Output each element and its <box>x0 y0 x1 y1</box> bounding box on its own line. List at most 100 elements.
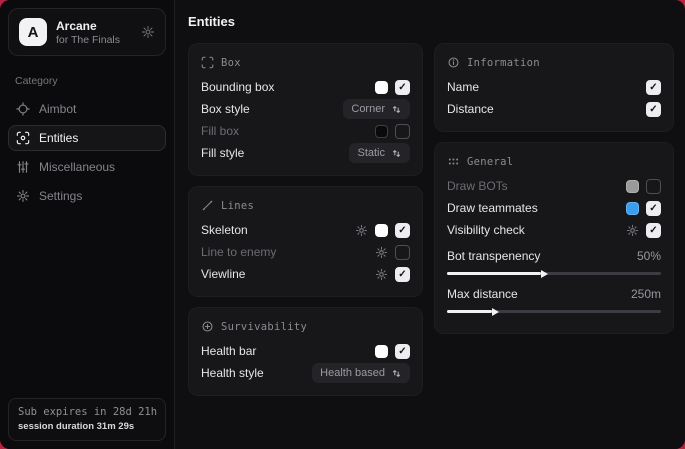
setting-row-draw-bots: Draw BOTs <box>447 175 661 197</box>
bot-transparency-slider[interactable] <box>447 272 661 275</box>
checkbox[interactable] <box>395 223 410 238</box>
box-card: Box Bounding box Box style Cor <box>188 43 423 176</box>
logo-initial: A <box>28 24 39 41</box>
slider-value: 50% <box>637 249 661 263</box>
health-style-dropdown[interactable]: Health based <box>312 363 410 383</box>
survivability-card: Survivability Health bar Health style <box>188 307 423 396</box>
setting-row-health-bar: Health bar <box>201 340 410 362</box>
sidebar-item-label: Entities <box>39 131 78 145</box>
slider-label: Max distance <box>447 287 518 301</box>
row-controls <box>375 80 410 95</box>
sidebar-item-label: Aimbot <box>39 102 76 116</box>
row-controls: Corner <box>343 99 410 119</box>
checkbox[interactable] <box>395 124 410 139</box>
setting-label: Viewline <box>201 267 245 281</box>
box-card-header: Box <box>201 56 410 69</box>
card-title: Survivability <box>221 321 307 333</box>
checkbox[interactable] <box>646 201 661 216</box>
row-controls <box>626 179 661 194</box>
slider-fill <box>447 272 541 275</box>
sidebar-item-aimbot[interactable]: Aimbot <box>8 96 166 122</box>
crosshair-icon <box>16 102 30 116</box>
card-columns: Box Bounding box Box style Cor <box>188 43 672 406</box>
color-swatch[interactable] <box>626 180 639 193</box>
sidebar-item-label: Miscellaneous <box>39 160 115 174</box>
box-corners-icon <box>201 56 214 69</box>
sidebar-item-settings[interactable]: Settings <box>8 183 166 209</box>
gear-icon[interactable] <box>375 246 388 259</box>
setting-label: Fill box <box>201 124 239 138</box>
scan-icon <box>16 131 30 145</box>
setting-label: Distance <box>447 102 494 116</box>
sidebar-item-entities[interactable]: Entities <box>8 125 166 151</box>
color-swatch[interactable] <box>375 345 388 358</box>
gear-icon[interactable] <box>141 25 155 39</box>
grid-dots-icon <box>447 155 460 168</box>
setting-row-bounding-box: Bounding box <box>201 76 410 98</box>
row-controls <box>626 223 661 238</box>
setting-row-box-style: Box style Corner <box>201 98 410 120</box>
setting-row-fill-box: Fill box <box>201 120 410 142</box>
gear-icon[interactable] <box>375 268 388 281</box>
setting-label: Visibility check <box>447 223 525 237</box>
sidebar-item-label: Settings <box>39 189 82 203</box>
row-controls <box>646 102 661 117</box>
setting-row-visibility-check: Visibility check <box>447 219 661 241</box>
left-column: Box Bounding box Box style Cor <box>188 43 423 406</box>
checkbox[interactable] <box>646 179 661 194</box>
gear-icon[interactable] <box>626 224 639 237</box>
checkbox[interactable] <box>646 102 661 117</box>
information-card-header: Information <box>447 56 661 69</box>
max-distance-slider-group: Max distance 250m <box>447 284 661 313</box>
slider-thumb[interactable] <box>541 270 548 278</box>
sidebar-spacer <box>0 213 174 392</box>
slider-value: 250m <box>631 287 661 301</box>
setting-row-name: Name <box>447 76 661 98</box>
setting-row-distance: Distance <box>447 98 661 120</box>
gear-icon[interactable] <box>355 224 368 237</box>
lines-card: Lines Skeleton <box>188 186 423 297</box>
general-card-header: General <box>447 155 661 168</box>
box-style-dropdown[interactable]: Corner <box>343 99 410 119</box>
setting-label: Fill style <box>201 146 244 160</box>
up-down-arrows-icon <box>391 368 402 379</box>
checkbox[interactable] <box>395 267 410 282</box>
fill-style-dropdown[interactable]: Static <box>349 143 410 163</box>
color-swatch[interactable] <box>375 81 388 94</box>
row-controls <box>355 223 410 238</box>
sidebar: A Arcane for The Finals Category <box>0 0 175 449</box>
page-title: Entities <box>188 14 672 29</box>
app-subtitle: for The Finals <box>56 34 132 46</box>
sliders-icon <box>16 160 30 174</box>
plus-circle-icon <box>201 320 214 333</box>
setting-label: Draw teammates <box>447 201 538 215</box>
information-card: Information Name Distance <box>434 43 674 132</box>
dropdown-value: Health based <box>320 367 385 379</box>
color-swatch[interactable] <box>375 224 388 237</box>
row-controls <box>646 80 661 95</box>
checkbox[interactable] <box>395 344 410 359</box>
row-controls <box>626 201 661 216</box>
lines-card-header: Lines <box>201 199 410 212</box>
up-down-arrows-icon <box>391 148 402 159</box>
app-title: Arcane <box>56 19 132 33</box>
checkbox[interactable] <box>395 80 410 95</box>
slider-thumb[interactable] <box>492 308 499 316</box>
dropdown-value: Static <box>357 147 385 159</box>
checkbox[interactable] <box>646 223 661 238</box>
max-distance-slider[interactable] <box>447 310 661 313</box>
color-swatch[interactable] <box>375 125 388 138</box>
app-window: A Arcane for The Finals Category <box>0 0 685 449</box>
setting-label: Line to enemy <box>201 245 276 259</box>
setting-label: Draw BOTs <box>447 179 508 193</box>
setting-label: Health style <box>201 366 264 380</box>
setting-label: Box style <box>201 102 250 116</box>
color-swatch[interactable] <box>626 202 639 215</box>
checkbox[interactable] <box>395 245 410 260</box>
category-label: Category <box>15 75 174 87</box>
survivability-card-header: Survivability <box>201 320 410 333</box>
sidebar-item-miscellaneous[interactable]: Miscellaneous <box>8 154 166 180</box>
setting-row-draw-teammates: Draw teammates <box>447 197 661 219</box>
checkbox[interactable] <box>646 80 661 95</box>
gear-icon <box>16 189 30 203</box>
